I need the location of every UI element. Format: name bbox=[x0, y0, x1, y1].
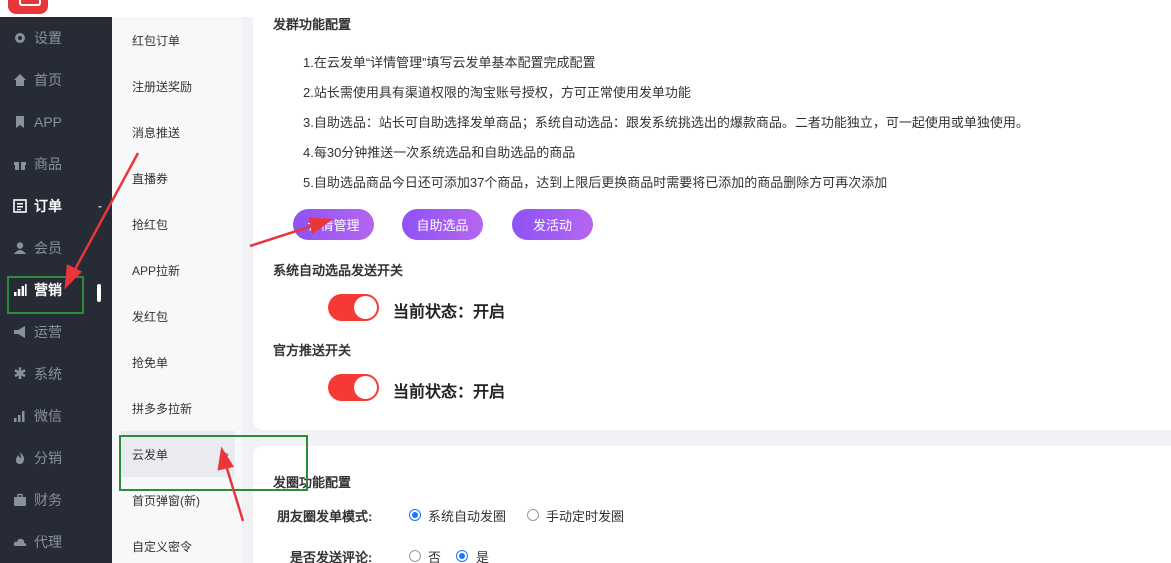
home-icon bbox=[12, 72, 28, 88]
sidebar-item-label: 首页 bbox=[34, 72, 62, 88]
radio-label: 手动定时发圈 bbox=[546, 509, 625, 524]
auto-switch-state: 当前状态：开启 bbox=[393, 304, 506, 321]
self-select-button[interactable]: 自助选品 bbox=[402, 209, 483, 240]
auto-select-toggle[interactable] bbox=[328, 294, 379, 321]
sidebar-item-distribution[interactable]: 分销 bbox=[0, 437, 112, 479]
radio-manual-moments[interactable] bbox=[527, 509, 539, 521]
campaign-button[interactable]: 发活动 bbox=[512, 209, 593, 240]
sidebar-item-label: 设置 bbox=[34, 30, 62, 46]
sidebar-item-label: 订单 bbox=[34, 198, 62, 214]
sidebar-item-app[interactable]: APP bbox=[0, 101, 112, 143]
logo-icon bbox=[8, 0, 48, 14]
sidebar-item-label: 微信 bbox=[34, 408, 62, 424]
config-note: 3.自助选品：站长可自助选择发单商品；系统自动选品：跟发系统挑选出的爆款商品。二… bbox=[303, 115, 1029, 130]
user-icon bbox=[12, 240, 28, 256]
submenu-item[interactable]: 抢红包 bbox=[112, 201, 242, 247]
config-note: 4.每30分钟推送一次系统选品和自助选品的商品 bbox=[303, 145, 576, 160]
fire-icon bbox=[12, 450, 28, 466]
list-icon bbox=[12, 198, 28, 214]
gear-icon bbox=[12, 30, 28, 46]
comment-label: 是否发送评论: bbox=[290, 550, 373, 563]
sidebar-item-label: 系统 bbox=[34, 366, 62, 382]
submenu-item[interactable]: 直播券 bbox=[112, 155, 242, 201]
group-config-title: 发群功能配置 bbox=[273, 17, 352, 32]
collapse-icon[interactable]: - bbox=[98, 199, 102, 213]
submenu-item[interactable]: 自定义密令 bbox=[112, 523, 242, 563]
moments-config-card bbox=[253, 446, 1171, 563]
official-switch-state: 当前状态：开启 bbox=[393, 384, 506, 401]
sidebar-item-products[interactable]: 商品 bbox=[0, 143, 112, 185]
sidebar-item-label: 财务 bbox=[34, 492, 62, 508]
bookmark-icon bbox=[12, 114, 28, 130]
sidebar-item-label: 商品 bbox=[34, 156, 62, 172]
sidebar-item-finance[interactable]: 财务 bbox=[0, 479, 112, 521]
annotation-box-marketing bbox=[7, 276, 84, 314]
asterisk-icon: ✱ bbox=[13, 366, 27, 383]
sidebar-item-label: APP bbox=[34, 114, 63, 130]
auto-switch-title: 系统自动选品发送开关 bbox=[273, 263, 404, 278]
sidebar-item-system[interactable]: ✱ 系统 bbox=[0, 353, 112, 395]
annotation-box-cloud-dispatch bbox=[119, 435, 308, 491]
submenu-item[interactable]: 拼多多拉新 bbox=[112, 385, 242, 431]
sidebar-item-wechat[interactable]: 微信 bbox=[0, 395, 112, 437]
briefcase-icon bbox=[12, 492, 28, 508]
sidebar-item-home[interactable]: 首页 bbox=[0, 59, 112, 101]
radio-comment-no[interactable] bbox=[409, 550, 421, 562]
sidebar-item-operations[interactable]: 运营 bbox=[0, 311, 112, 353]
gift-icon bbox=[12, 156, 28, 172]
sidebar-item-label: 代理 bbox=[34, 534, 62, 550]
sidebar-item-members[interactable]: 会员 bbox=[0, 227, 112, 269]
sidebar-item-agent[interactable]: 代理 bbox=[0, 521, 112, 563]
config-note: 2.站长需使用具有渠道权限的淘宝账号授权，方可正常使用发单功能 bbox=[303, 85, 691, 100]
submenu-item[interactable]: 消息推送 bbox=[112, 109, 242, 155]
mode-label: 朋友圈发单模式: bbox=[277, 509, 373, 524]
sidebar-item-settings[interactable]: 设置 bbox=[0, 17, 112, 59]
official-push-toggle[interactable] bbox=[328, 374, 379, 401]
toggle-knob bbox=[354, 376, 377, 399]
submenu-item[interactable]: 发红包 bbox=[112, 293, 242, 339]
official-switch-title: 官方推送开关 bbox=[273, 343, 352, 358]
submenu-item[interactable]: 抢免单 bbox=[112, 339, 242, 385]
sidebar-item-label: 运营 bbox=[34, 324, 62, 340]
submenu-item[interactable]: APP拉新 bbox=[112, 247, 242, 293]
cloud-icon bbox=[12, 534, 28, 550]
toggle-knob bbox=[354, 296, 377, 319]
config-note: 5.自助选品商品今日还可添加37个商品，达到上限后更换商品时需要将已添加的商品删… bbox=[303, 175, 888, 190]
submenu-item[interactable]: 红包订单 bbox=[112, 17, 242, 63]
active-indicator bbox=[97, 284, 101, 302]
submenu-item[interactable]: 注册送奖励 bbox=[112, 63, 242, 109]
config-note: 1.在云发单“详情管理”填写云发单基本配置完成配置 bbox=[303, 55, 596, 70]
radio-comment-yes[interactable] bbox=[456, 550, 468, 562]
detail-manage-button[interactable]: 详情管理 bbox=[293, 209, 374, 240]
radio-label: 否 bbox=[428, 550, 442, 563]
sidebar-item-label: 分销 bbox=[34, 450, 62, 466]
sidebar-item-label: 会员 bbox=[34, 240, 62, 256]
radio-label: 系统自动发圈 bbox=[428, 509, 507, 524]
megaphone-icon bbox=[12, 324, 28, 340]
radio-label: 是 bbox=[476, 550, 490, 563]
radio-auto-moments[interactable] bbox=[409, 509, 421, 521]
signal-icon bbox=[12, 408, 28, 424]
sidebar-item-orders[interactable]: 订单 - bbox=[0, 185, 112, 227]
